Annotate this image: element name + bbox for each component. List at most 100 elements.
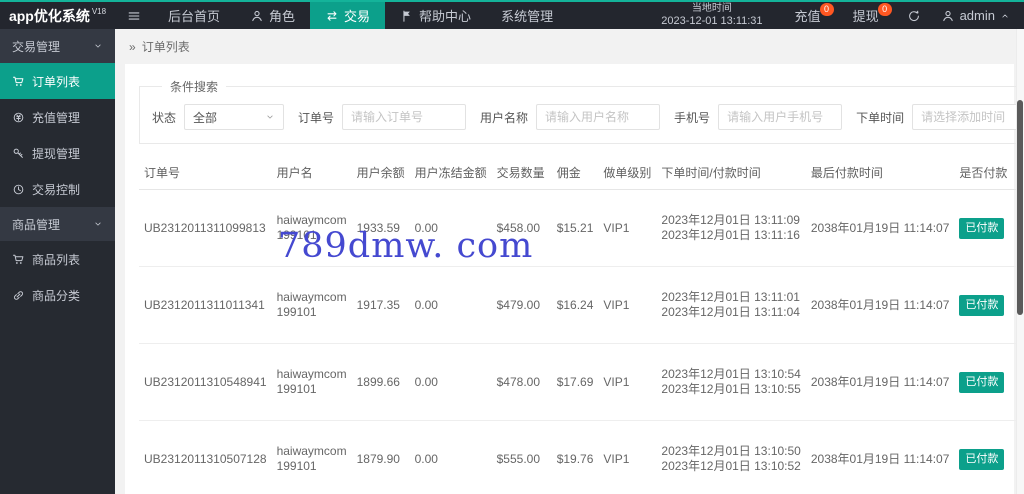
search-field-label: 手机号 [674, 110, 711, 125]
level-cell: VIP1 [598, 266, 657, 344]
username-cell: haiwaymcom 199101 [271, 343, 352, 421]
frozen-cell: 0.00 [409, 420, 492, 494]
amount-cell: $479.00 [491, 266, 552, 344]
table-body: UB2312011311099813 haiwaymcom 199101 1933.5… [139, 189, 1024, 494]
sidebar-item-label: 交易控制 [32, 182, 81, 197]
nav-item[interactable]: 后台首页 [153, 2, 235, 29]
paid-badge: 已付款 [959, 217, 1005, 239]
withdraw-label: 提现 [852, 9, 879, 24]
order-time-line2: 2023年12月01日 13:10:55 [661, 382, 801, 396]
username-line1: haiwaymcom [276, 444, 347, 458]
main-content: » 订单列表 条件搜索 状态 全部 订单号 用户名称 手机号 下单时间 [115, 29, 1024, 494]
paid-cell: 已付款 [954, 189, 1013, 267]
frozen-cell: 0.00 [409, 266, 492, 344]
table-header-cell: 下单时间/付款时间 [656, 156, 806, 190]
order-time-line2: 2023年12月01日 13:11:16 [661, 228, 800, 242]
nav-item[interactable]: 角色 [235, 2, 310, 29]
key-icon [12, 147, 25, 160]
search-input[interactable] [718, 104, 843, 130]
sidebar-item-label: 充值管理 [32, 110, 81, 125]
table-header-cell: 交易数量 [491, 156, 552, 190]
withdraw-link[interactable]: 提现 0 [837, 2, 895, 29]
order-time-line1: 2023年12月01日 13:11:01 [661, 290, 800, 304]
search-field: 用户名称 [480, 104, 661, 130]
username-cell: haiwaymcom 199101 [271, 189, 352, 267]
search-fieldset: 条件搜索 状态 全部 订单号用户名称手机号下单时间 搜 索 [139, 78, 1024, 144]
nav-item-label: 系统管理 [501, 9, 554, 24]
level-cell: VIP1 [598, 343, 657, 421]
order-table: 订单号 用户名 用户余额 用户冻结金额 交易数量 佣金 做单级别 下单时间/付款时间 最后付款时… [139, 156, 1024, 494]
recharge-link[interactable]: 充值 0 [779, 2, 837, 29]
username-line1: haiwaymcom [276, 290, 347, 304]
header-right: 当地时间 2023-12-01 13:11:31 充值 0 提现 0 admin [645, 2, 1024, 29]
order-id-cell: UB2312011311011341 [139, 266, 272, 344]
order-id-cell: UB2312011311099813 [139, 189, 272, 267]
hamburger-icon[interactable] [115, 2, 153, 29]
chevron-down-icon [93, 219, 103, 229]
search-input[interactable] [536, 104, 661, 130]
top-header: app优化系统 V18 后台首页 角色 交易 帮助中心 系统管理 当地时间 2023-1… [0, 2, 1024, 29]
balance-cell: 1917.35 [351, 266, 410, 344]
sidebar-item[interactable]: 商品分类 [0, 277, 115, 313]
local-time: 当地时间 2023-12-01 13:11:31 [645, 2, 778, 29]
table-header-cell: 用户余额 [351, 156, 410, 190]
table-header-cell: 佣金 [551, 156, 599, 190]
username-line2: 199101 [276, 305, 317, 319]
order-time-line1: 2023年12月01日 13:11:09 [661, 213, 800, 227]
scrollbar-thumb[interactable] [1017, 100, 1023, 315]
top-nav: 后台首页 角色 交易 帮助中心 系统管理 [153, 2, 568, 29]
paid-cell: 已付款 [954, 343, 1013, 421]
admin-username: admin [959, 8, 995, 23]
link-icon [12, 289, 25, 302]
sidebar-item-label: 订单列表 [32, 74, 81, 89]
commission-cell: $17.69 [551, 343, 599, 421]
sidebar-group-label: 商品管理 [12, 217, 61, 232]
app-logo-version: V18 [91, 7, 107, 16]
nav-item[interactable]: 系统管理 [486, 2, 568, 29]
commission-cell: $19.76 [551, 420, 599, 494]
sidebar-item[interactable]: 商品列表 [0, 241, 115, 277]
user-icon [250, 9, 264, 23]
sidebar-group-header[interactable]: 交易管理 [0, 29, 115, 63]
order-id-cell: UB2312011310548941 [139, 343, 272, 421]
username-cell: haiwaymcom 199101 [271, 420, 352, 494]
search-input[interactable] [912, 104, 1024, 130]
search-input[interactable] [342, 104, 467, 130]
table-header-cell: 订单号 [139, 156, 272, 190]
table-row: UB2312011311011341 haiwaymcom 199101 1917.3… [139, 266, 1024, 344]
commission-cell: $15.21 [551, 189, 599, 267]
clock-icon [12, 183, 25, 196]
sidebar-item[interactable]: 交易控制 [0, 171, 115, 207]
username-line2: 199101 [276, 459, 317, 473]
nav-item-label: 后台首页 [168, 9, 221, 24]
last-pay-time-cell: 2038年01月19日 11:14:07 [805, 266, 955, 344]
refresh-icon[interactable] [895, 2, 933, 29]
admin-menu[interactable]: admin [933, 2, 1024, 29]
paid-badge: 已付款 [959, 371, 1005, 393]
sidebar-item-label: 商品列表 [32, 252, 81, 267]
username-line1: haiwaymcom [276, 213, 347, 227]
table-row: UB2312011310507128 haiwaymcom 199101 1879.9… [139, 420, 1024, 494]
sidebar-item[interactable]: 充值管理 [0, 99, 115, 135]
amount-cell: $555.00 [491, 420, 552, 494]
chevron-down-icon [93, 41, 103, 51]
search-field-label: 订单号 [298, 110, 335, 125]
sidebar-item[interactable]: 提现管理 [0, 135, 115, 171]
search-controls: 状态 全部 订单号用户名称手机号下单时间 搜 索 [152, 103, 1024, 131]
order-time-line1: 2023年12月01日 13:10:50 [661, 444, 801, 458]
status-select[interactable]: 全部 [184, 104, 285, 130]
nav-item[interactable]: 交易 [310, 2, 386, 29]
paid-badge: 已付款 [959, 294, 1005, 316]
frozen-cell: 0.00 [409, 343, 492, 421]
sidebar-item[interactable]: 订单列表 [0, 63, 115, 99]
nav-item[interactable]: 帮助中心 [385, 2, 486, 29]
search-field-label: 用户名称 [480, 110, 529, 125]
search-field: 手机号 [674, 104, 843, 130]
paid-cell: 已付款 [954, 420, 1013, 494]
nav-item-label: 帮助中心 [419, 9, 472, 24]
recharge-count-badge: 0 [819, 3, 834, 16]
balance-cell: 1899.66 [351, 343, 410, 421]
sidebar-group-header[interactable]: 商品管理 [0, 207, 115, 241]
last-pay-time-cell: 2038年01月19日 11:14:07 [805, 343, 955, 421]
sidebar: 交易管理订单列表充值管理提现管理交易控制商品管理商品列表商品分类 [0, 29, 115, 494]
